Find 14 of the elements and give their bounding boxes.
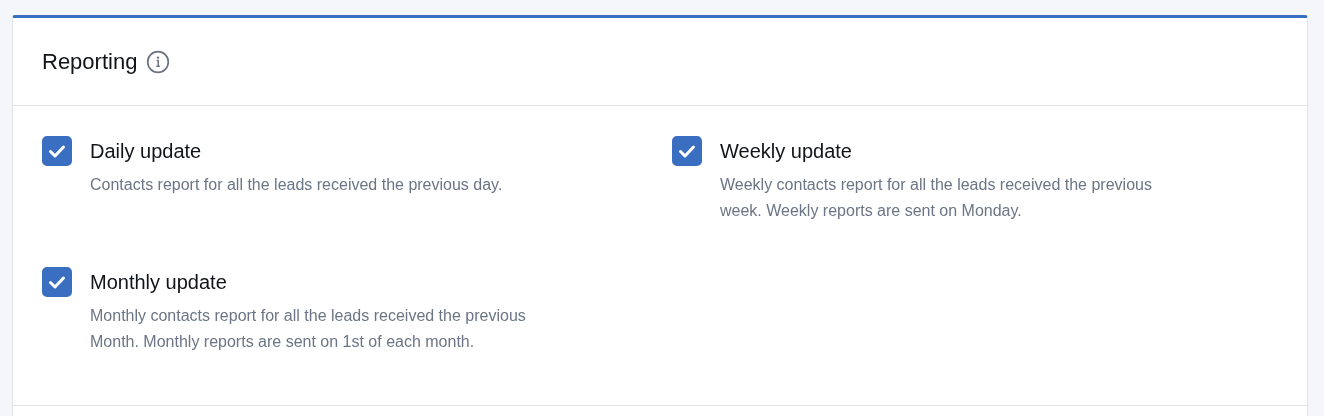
option-description: Weekly contacts report for all the leads received the previous week. Weekly reports are sent on Monday. (720, 175, 1152, 221)
option-label[interactable]: Daily update (90, 136, 503, 166)
option-description: Monthly contacts report for all the leads received the previous Month. Monthly reports are sent on 1st of each month. (90, 306, 526, 352)
option-description: Contacts report for all the leads received the previous day. (90, 175, 503, 195)
info-icon[interactable] (146, 49, 171, 74)
option-label[interactable]: Weekly update (720, 136, 1152, 166)
check-icon (679, 145, 695, 158)
checkbox[interactable] (42, 136, 72, 166)
checkbox[interactable] (672, 136, 702, 166)
check-icon (49, 145, 65, 158)
check-icon (49, 276, 65, 289)
checkbox[interactable] (42, 267, 72, 297)
panel-title: Reporting (42, 48, 138, 75)
option-label[interactable]: Monthly update (90, 267, 526, 297)
